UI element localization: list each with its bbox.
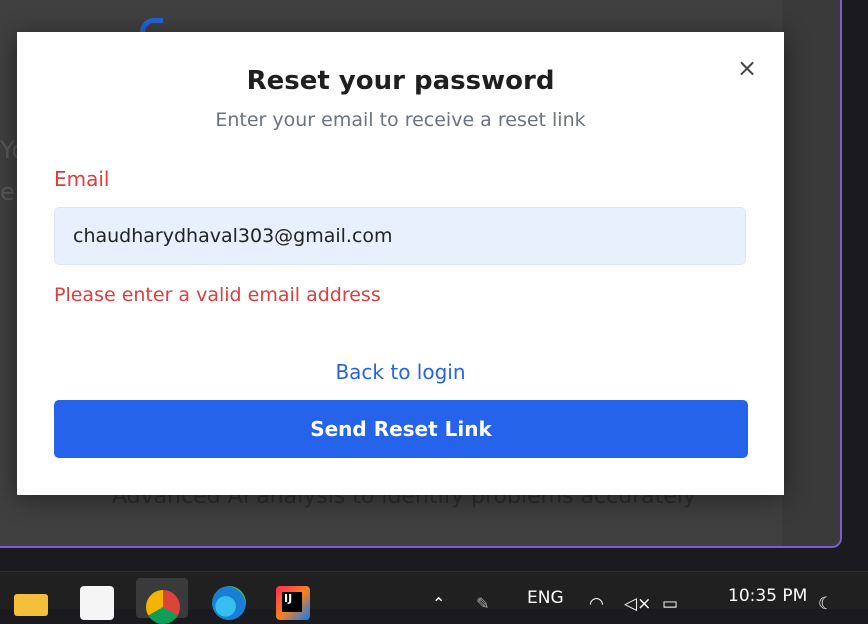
windows-taskbar: IJ ⌃ ✎ ENG ◠ ◁× ▭ 10:35 PM ☾ — [0, 571, 868, 624]
language-indicator[interactable]: ENG — [527, 588, 564, 608]
intellij-idea-logo: IJ — [282, 592, 302, 612]
chrome-icon — [146, 590, 180, 624]
modal-title: Reset your password — [246, 66, 555, 96]
speaker-muted-icon[interactable]: ◁× — [624, 594, 651, 614]
send-reset-link-button[interactable]: Send Reset Link — [54, 400, 748, 458]
email-label: Email — [54, 167, 110, 191]
file-explorer-icon[interactable] — [14, 594, 48, 616]
reset-password-modal: × Reset your password Enter your email t… — [17, 32, 784, 495]
battery-icon[interactable]: ▭ — [662, 594, 678, 614]
email-error-message: Please enter a valid email address — [54, 284, 381, 306]
modal-subtitle: Enter your email to receive a reset link — [215, 109, 586, 131]
edge-icon[interactable] — [212, 586, 246, 620]
chrome-taskbar-button[interactable] — [136, 578, 188, 624]
background-panel — [782, 0, 840, 546]
pen-icon[interactable]: ✎ — [476, 594, 489, 613]
back-to-login-link[interactable]: Back to login — [17, 360, 784, 384]
taskbar-clock[interactable]: 10:35 PM — [728, 586, 807, 606]
wifi-icon[interactable]: ◠ — [589, 594, 604, 614]
microsoft-store-icon[interactable] — [80, 586, 114, 620]
chevron-up-icon[interactable]: ⌃ — [432, 594, 445, 613]
intellij-idea-icon[interactable]: IJ — [276, 586, 310, 620]
notification-icon[interactable]: ☾ — [818, 594, 833, 614]
email-field[interactable] — [54, 207, 746, 265]
background-text-fragment: e — [0, 178, 15, 206]
